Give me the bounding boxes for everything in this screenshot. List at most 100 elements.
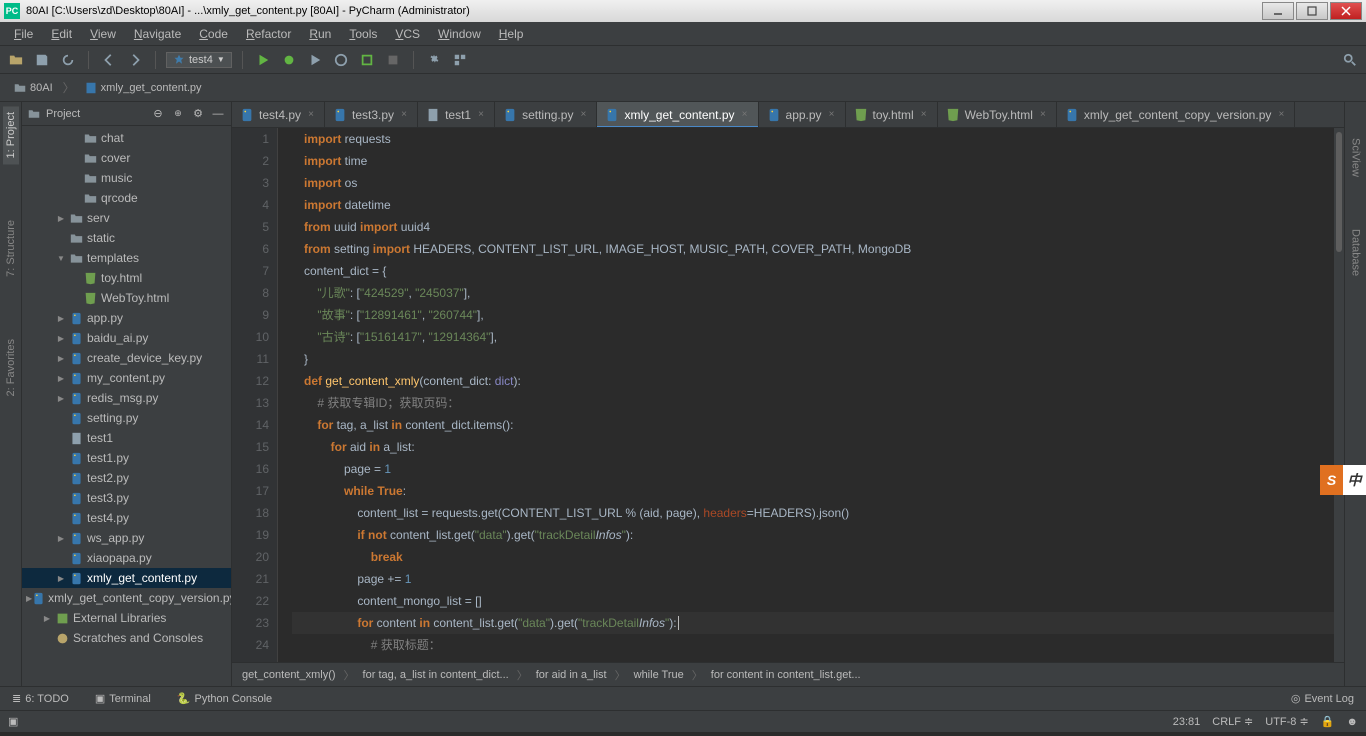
close-tab-icon[interactable]: × [919, 110, 929, 120]
collapse-icon[interactable]: ⊖ [151, 107, 165, 121]
readonly-lock-icon[interactable]: 🔒 [1321, 715, 1335, 728]
close-tab-icon[interactable]: × [1038, 110, 1048, 120]
tree-node[interactable]: ▶redis_msg.py [22, 388, 231, 408]
expand-arrow-icon[interactable]: ▶ [54, 214, 68, 223]
close-tab-icon[interactable]: × [827, 110, 837, 120]
editor-tab[interactable]: app.py× [759, 102, 846, 127]
tree-node[interactable]: ▶ws_app.py [22, 528, 231, 548]
breadcrumb-segment[interactable]: for content in content_list.get... [711, 669, 861, 681]
fold-column[interactable] [278, 128, 292, 662]
tree-node[interactable]: static [22, 228, 231, 248]
expand-arrow-icon[interactable]: ▶ [54, 534, 68, 543]
tree-node[interactable]: test2.py [22, 468, 231, 488]
nav-forward-button[interactable] [125, 50, 145, 70]
save-button[interactable] [32, 50, 52, 70]
line-separator[interactable]: CRLF ≑ [1212, 715, 1253, 728]
profile-button[interactable] [331, 50, 351, 70]
run-button[interactable] [253, 50, 273, 70]
tree-node[interactable]: setting.py [22, 408, 231, 428]
attach-button[interactable] [357, 50, 377, 70]
stop-button[interactable] [383, 50, 403, 70]
project-tree[interactable]: chatcovermusicqrcode▶servstatic▼template… [22, 126, 231, 686]
tree-node[interactable]: cover [22, 148, 231, 168]
close-tab-icon[interactable]: × [578, 110, 588, 120]
expand-arrow-icon[interactable]: ▶ [40, 614, 54, 623]
menu-view[interactable]: View [82, 25, 124, 43]
hector-icon[interactable]: ☻ [1346, 716, 1358, 728]
hide-icon[interactable]: — [211, 107, 225, 121]
breadcrumb-segment[interactable]: for aid in a_list [536, 669, 607, 681]
menu-run[interactable]: Run [301, 25, 339, 43]
editor-tab[interactable]: setting.py× [495, 102, 597, 127]
menu-code[interactable]: Code [191, 25, 236, 43]
tool-tab-project[interactable]: 1: Project [3, 106, 19, 164]
tool-tab-todo[interactable]: ≣6: TODO [6, 690, 75, 707]
close-tab-icon[interactable]: × [306, 110, 316, 120]
project-structure-button[interactable] [450, 50, 470, 70]
menu-tools[interactable]: Tools [341, 25, 385, 43]
tree-node[interactable]: ▶create_device_key.py [22, 348, 231, 368]
tool-tab-structure[interactable]: 7: Structure [3, 214, 19, 283]
caret-position[interactable]: 23:81 [1173, 716, 1201, 728]
tree-node[interactable]: test3.py [22, 488, 231, 508]
menu-window[interactable]: Window [430, 25, 489, 43]
settings-button[interactable] [424, 50, 444, 70]
editor-tab[interactable]: test1× [418, 102, 495, 127]
close-tab-icon[interactable]: × [476, 110, 486, 120]
editor-scrollbar[interactable] [1334, 128, 1344, 662]
tree-node[interactable]: ▶app.py [22, 308, 231, 328]
tree-node[interactable]: xiaopapa.py [22, 548, 231, 568]
close-tab-icon[interactable]: × [1276, 110, 1286, 120]
tree-node[interactable]: ▶External Libraries [22, 608, 231, 628]
open-button[interactable] [6, 50, 26, 70]
tree-node[interactable]: test4.py [22, 508, 231, 528]
tree-node[interactable]: test1 [22, 428, 231, 448]
editor-tab[interactable]: xmly_get_content_copy_version.py× [1057, 102, 1295, 127]
locate-icon[interactable]: ⊕ [171, 107, 185, 121]
tree-node[interactable]: ▼templates [22, 248, 231, 268]
window-maximize-button[interactable] [1296, 2, 1328, 20]
menu-refactor[interactable]: Refactor [238, 25, 299, 43]
editor-gutter[interactable]: 123456789101112131415161718192021222324 [232, 128, 278, 662]
tree-node[interactable]: qrcode [22, 188, 231, 208]
tool-tab-favorites[interactable]: 2: Favorites [3, 333, 19, 402]
expand-arrow-icon[interactable]: ▶ [54, 354, 68, 363]
expand-arrow-icon[interactable]: ▼ [54, 254, 68, 263]
nav-crumb-project[interactable]: 80AI [8, 80, 59, 96]
code-editor[interactable]: import requestsimport timeimport osimpor… [292, 128, 1334, 662]
editor-tab[interactable]: test3.py× [325, 102, 418, 127]
tree-node[interactable]: ▶my_content.py [22, 368, 231, 388]
tool-tab-python-console[interactable]: 🐍Python Console [171, 690, 278, 707]
expand-arrow-icon[interactable]: ▶ [54, 334, 68, 343]
nav-back-button[interactable] [99, 50, 119, 70]
close-tab-icon[interactable]: × [399, 110, 409, 120]
debug-button[interactable] [279, 50, 299, 70]
expand-arrow-icon[interactable]: ▶ [54, 574, 68, 583]
sync-button[interactable] [58, 50, 78, 70]
tool-tab-terminal[interactable]: ▣Terminal [89, 690, 157, 707]
menu-vcs[interactable]: VCS [387, 25, 428, 43]
run-with-coverage-button[interactable] [305, 50, 325, 70]
editor-tab[interactable]: xmly_get_content.py× [597, 102, 758, 127]
tree-node[interactable]: music [22, 168, 231, 188]
event-log-button[interactable]: ◎Event Log [1285, 690, 1360, 707]
nav-crumb-file[interactable]: xmly_get_content.py [79, 80, 208, 96]
breadcrumb-segment[interactable]: while True [634, 669, 684, 681]
tree-node[interactable]: ▶xmly_get_content.py [22, 568, 231, 588]
breadcrumb-segment[interactable]: for tag, a_list in content_dict... [363, 669, 509, 681]
tree-node[interactable]: toy.html [22, 268, 231, 288]
expand-arrow-icon[interactable]: ▶ [54, 374, 68, 383]
editor-tab[interactable]: toy.html× [846, 102, 938, 127]
close-tab-icon[interactable]: × [740, 110, 750, 120]
tree-node[interactable]: ▶serv [22, 208, 231, 228]
menu-navigate[interactable]: Navigate [126, 25, 189, 43]
search-everywhere-button[interactable] [1340, 50, 1360, 70]
window-minimize-button[interactable] [1262, 2, 1294, 20]
tool-tab-sciview[interactable]: SciView [1348, 132, 1364, 183]
status-tool-window-icon[interactable]: ▣ [8, 715, 18, 728]
tool-tab-database[interactable]: Database [1348, 223, 1364, 282]
window-close-button[interactable] [1330, 2, 1362, 20]
tree-node[interactable]: test1.py [22, 448, 231, 468]
tree-node[interactable]: Scratches and Consoles [22, 628, 231, 648]
tree-node[interactable]: ▶xmly_get_content_copy_version.py [22, 588, 231, 608]
